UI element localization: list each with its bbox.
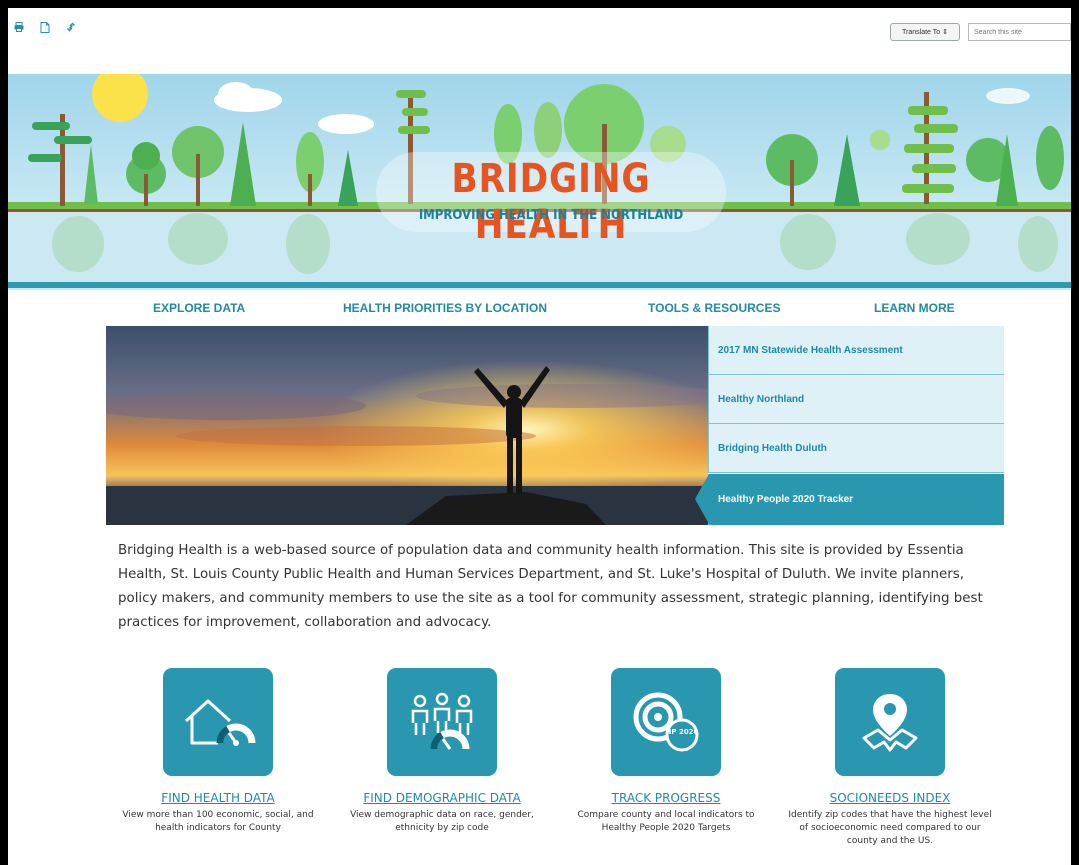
site-subtitle: IMPROVING HEALTH IN THE NORTHLAND — [418, 208, 684, 223]
search-input[interactable] — [968, 23, 1071, 41]
track-progress-link[interactable]: TRACK PROGRESS — [561, 791, 771, 805]
hero-link-bridging-health-duluth[interactable]: Bridging Health Duluth — [708, 424, 1004, 473]
banner-divider — [8, 282, 1071, 288]
hero-link-label: 2017 MN Statewide Health Assessment — [718, 344, 903, 356]
hero-link-hp2020-tracker[interactable]: Healthy People 2020 Tracker — [695, 474, 1004, 525]
pdf-icon[interactable] — [40, 21, 50, 33]
hero-link-panel: 2017 MN Statewide Health Assessment Heal… — [695, 326, 1004, 525]
feature-socioneeds-index: SOCIONEEDS INDEX Identify zip codes that… — [785, 668, 995, 848]
page-frame: Translate To ⇕ Search this site BRIDGING… — [8, 8, 1071, 865]
main-nav: EXPLORE DATA HEALTH PRIORITIES BY LOCATI… — [8, 290, 1071, 326]
hero-section: 2017 MN Statewide Health Assessment Heal… — [106, 326, 1004, 525]
find-demographic-data-link[interactable]: FIND DEMOGRAPHIC DATA — [337, 791, 547, 805]
feature-description: View demographic data on race, gender, e… — [350, 810, 534, 833]
find-health-data-link[interactable]: FIND HEALTH DATA — [113, 791, 323, 805]
house-gauge-icon — [184, 699, 256, 746]
hero-link-healthy-northland[interactable]: Healthy Northland — [708, 375, 1004, 424]
utility-bar: Translate To ⇕ — [8, 8, 1071, 48]
feature-icon-box[interactable]: HP 2020 — [611, 668, 721, 776]
hero-link-label: Bridging Health Duluth — [718, 442, 827, 454]
nav-tools-resources[interactable]: TOOLS & RESOURCES — [648, 301, 780, 315]
hero-link-label: Healthy People 2020 Tracker — [718, 494, 854, 505]
hero-image — [106, 326, 708, 525]
feature-find-health-data: FIND HEALTH DATA View more than 100 econ… — [113, 668, 323, 835]
feature-description: Compare county and local indicators to H… — [577, 810, 755, 833]
site-title[interactable]: BRIDGING HEALTH — [401, 156, 702, 248]
active-pointer-arrow — [695, 474, 709, 524]
socioneeds-index-link[interactable]: SOCIONEEDS INDEX — [785, 791, 995, 805]
print-icon[interactable] — [14, 22, 24, 32]
hero-link-mn-assessment[interactable]: 2017 MN Statewide Health Assessment — [708, 326, 1004, 375]
map-pin-icon — [862, 694, 918, 752]
feature-icon-box[interactable] — [387, 668, 497, 776]
feature-track-progress: HP 2020 TRACK PROGRESS Compare county an… — [561, 668, 771, 835]
nav-health-priorities[interactable]: HEALTH PRIORITIES BY LOCATION — [343, 301, 547, 315]
nav-learn-more[interactable]: LEARN MORE — [874, 301, 955, 315]
link-icon[interactable] — [66, 22, 76, 32]
banner: BRIDGING HEALTH IMPROVING HEALTH IN THE … — [8, 74, 1071, 290]
feature-icon-box[interactable] — [163, 668, 273, 776]
translate-select[interactable]: Translate To ⇕ — [890, 23, 960, 41]
hero-link-label: Healthy Northland — [718, 393, 805, 405]
feature-description: View more than 100 economic, social, and… — [122, 810, 314, 833]
nav-explore-data[interactable]: EXPLORE DATA — [153, 301, 245, 315]
intro-paragraph: Bridging Health is a web-based source of… — [118, 543, 983, 630]
target-hp2020-icon: HP 2020 — [633, 692, 699, 752]
hp2020-badge-text: HP 2020 — [666, 728, 699, 736]
people-gauge-icon — [411, 692, 473, 750]
feature-find-demographic-data: FIND DEMOGRAPHIC DATA View demographic d… — [337, 668, 547, 835]
feature-icon-box[interactable] — [835, 668, 945, 776]
feature-description: Identify zip codes that have the highest… — [788, 810, 992, 846]
